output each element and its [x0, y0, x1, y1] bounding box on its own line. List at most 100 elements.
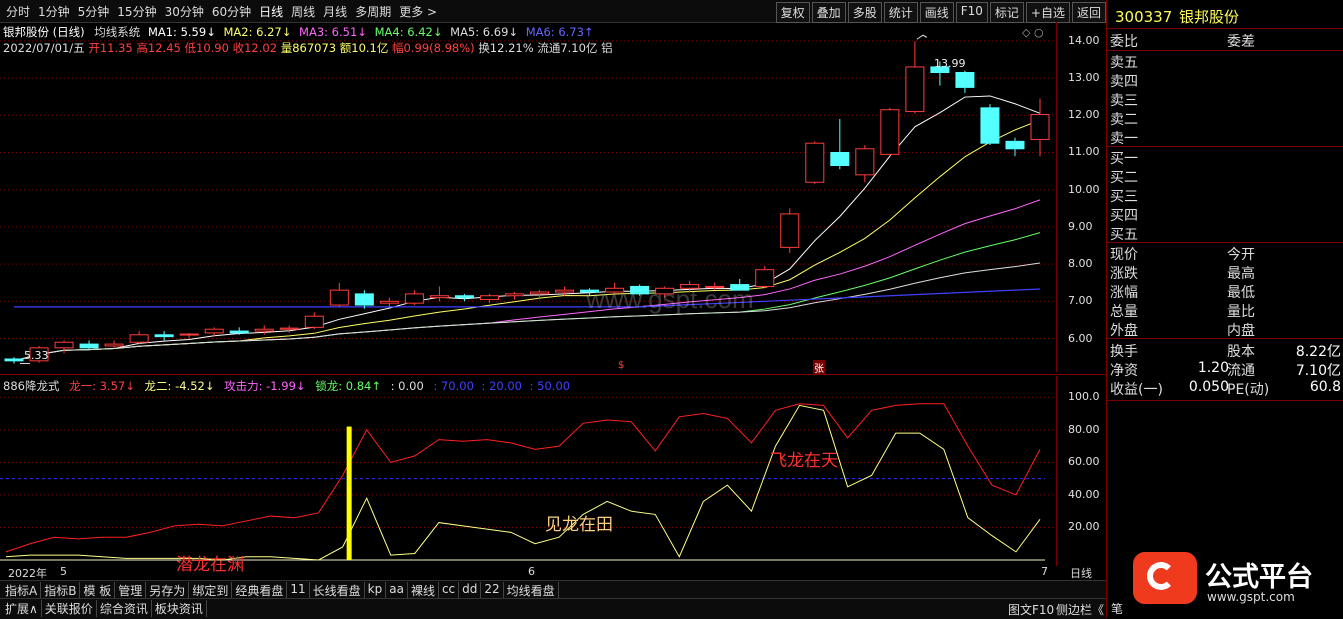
sell-level-label: 卖四: [1110, 74, 1138, 90]
pane-divider: [0, 374, 1106, 375]
panel-divider: [1107, 50, 1343, 51]
stat-value: 60.8: [1309, 379, 1341, 395]
quote-label: 现价: [1110, 247, 1138, 263]
level-70-value: : 70.00: [433, 379, 474, 393]
price-tick: 6.00: [1068, 331, 1093, 345]
candle-body: [54, 341, 74, 349]
quote-panel: 300337 银邦股份 委比 委差 公式平台 www.gspt.com 笔 卖五…: [1106, 0, 1343, 618]
limit-up-mark: 张: [813, 360, 825, 375]
template-tab[interactable]: 模 板: [80, 582, 116, 599]
month-5-label: 5: [60, 565, 67, 578]
indicator-tick: 20.00: [1068, 520, 1100, 534]
template-tab[interactable]: cc: [439, 582, 460, 599]
indicator-lines: [5, 403, 1041, 561]
buy-level-label: 买五: [1110, 227, 1138, 243]
extension-tab[interactable]: 板块资讯: [152, 600, 207, 617]
quote-label: 总量: [1110, 304, 1138, 320]
weicha-label: 委差: [1227, 34, 1255, 50]
weibi-label: 委比: [1110, 34, 1138, 50]
indicator-header: 886降龙式 龙一: 3.57↓ 龙二: -4.52↓ 攻击力: -1.99↓ …: [3, 378, 570, 394]
candle-body: [780, 213, 800, 248]
template-tab[interactable]: 22: [481, 582, 504, 599]
template-tab[interactable]: 绑定到: [189, 582, 233, 599]
long-yi-line: [5, 403, 1041, 553]
quote-label: 最高: [1227, 266, 1255, 282]
stat-value: 0.050: [1188, 379, 1229, 395]
ma-line: [13, 262, 1041, 362]
candle-body: [79, 343, 99, 349]
candle-body: [379, 300, 399, 304]
stock-header: 300337 银邦股份: [1115, 6, 1239, 27]
template-tab[interactable]: kp: [365, 582, 387, 599]
panel-divider: [1107, 400, 1343, 401]
indicator-tick: 100.0: [1068, 390, 1100, 404]
stat-label: 收益(一): [1110, 382, 1163, 398]
candle-body: [404, 293, 424, 304]
price-tick: 9.00: [1068, 219, 1093, 233]
candle-body: [905, 66, 925, 113]
sell-level-label: 卖二: [1110, 112, 1138, 128]
candle-body: [104, 343, 124, 347]
stat-label: 换手: [1110, 344, 1138, 360]
template-tab[interactable]: aa: [386, 582, 408, 599]
sell-level-label: 卖三: [1110, 93, 1138, 109]
template-tab[interactable]: 指标A: [2, 582, 42, 599]
candle-body: [504, 293, 524, 297]
stock-code: 300337: [1115, 8, 1173, 26]
template-tab[interactable]: 管理: [115, 582, 147, 599]
indicator-tick: 40.00: [1068, 487, 1100, 501]
pen-button[interactable]: 笔: [1111, 600, 1123, 617]
candle-body: [880, 109, 900, 155]
logo-text: 公式平台: [1205, 562, 1313, 593]
template-tab[interactable]: 指标B: [41, 582, 81, 599]
panel-divider: [1107, 242, 1343, 243]
annotation-jianlong: 见龙在田: [545, 515, 613, 535]
signal-bar: [346, 426, 352, 560]
time-axis: 2022年 5 6 7 日线: [0, 564, 1106, 580]
stat-label: 净资: [1110, 363, 1138, 379]
buy-level-label: 买二: [1110, 170, 1138, 186]
extension-tab[interactable]: 扩展∧: [2, 600, 42, 617]
candle-body: [980, 107, 1000, 144]
template-tab[interactable]: 均线看盘: [504, 582, 559, 599]
template-tab[interactable]: 经典看盘: [232, 582, 288, 599]
special-mark-s: $: [618, 360, 625, 371]
f10-button[interactable]: 图文F10: [1008, 601, 1054, 618]
level-20-value: : 20.00: [481, 379, 522, 393]
candle-body: [429, 295, 449, 299]
quote-label: 最低: [1227, 285, 1255, 301]
candle-body: [179, 333, 199, 336]
buy-level-label: 买一: [1110, 151, 1138, 167]
stat-value: 7.10亿: [1295, 363, 1341, 379]
quote-label: 涨跌: [1110, 266, 1138, 282]
template-tab[interactable]: 另存为: [146, 582, 190, 599]
high-marker-arrow: [916, 34, 928, 40]
candle-body: [454, 295, 474, 299]
candle-body: [1030, 114, 1050, 140]
ma-line: [13, 232, 1041, 362]
candle-body: [229, 330, 249, 334]
candle-body: [154, 334, 174, 338]
month-6-label: 6: [528, 565, 535, 578]
template-tab[interactable]: 11: [287, 582, 310, 599]
sidebar-toggle[interactable]: 侧边栏《: [1056, 601, 1104, 618]
indicator-name[interactable]: 886降龙式: [3, 379, 59, 393]
template-tab[interactable]: dd: [459, 582, 482, 599]
kline-chart[interactable]: [0, 0, 1106, 580]
price-tick: 7.00: [1068, 294, 1093, 308]
quote-label: 量比: [1227, 304, 1255, 320]
candle-body: [354, 293, 374, 306]
template-tab[interactable]: 长线看盘: [310, 582, 365, 599]
stock-name: 银邦股份: [1179, 8, 1240, 26]
year-label: 2022年: [8, 567, 47, 580]
price-tick: 10.00: [1068, 182, 1100, 196]
extension-tab[interactable]: 综合资讯: [97, 600, 152, 617]
long-er-value: 龙二: -4.52↓: [144, 379, 215, 393]
panel-divider: [1107, 28, 1343, 29]
template-tab[interactable]: 裸线: [408, 582, 439, 599]
extension-tab[interactable]: 关联报价: [42, 600, 97, 617]
candle-body: [555, 289, 575, 293]
logo-url: www.gspt.com: [1207, 590, 1295, 604]
level-50-value: : 50.00: [529, 379, 571, 393]
candle-body: [279, 327, 299, 330]
